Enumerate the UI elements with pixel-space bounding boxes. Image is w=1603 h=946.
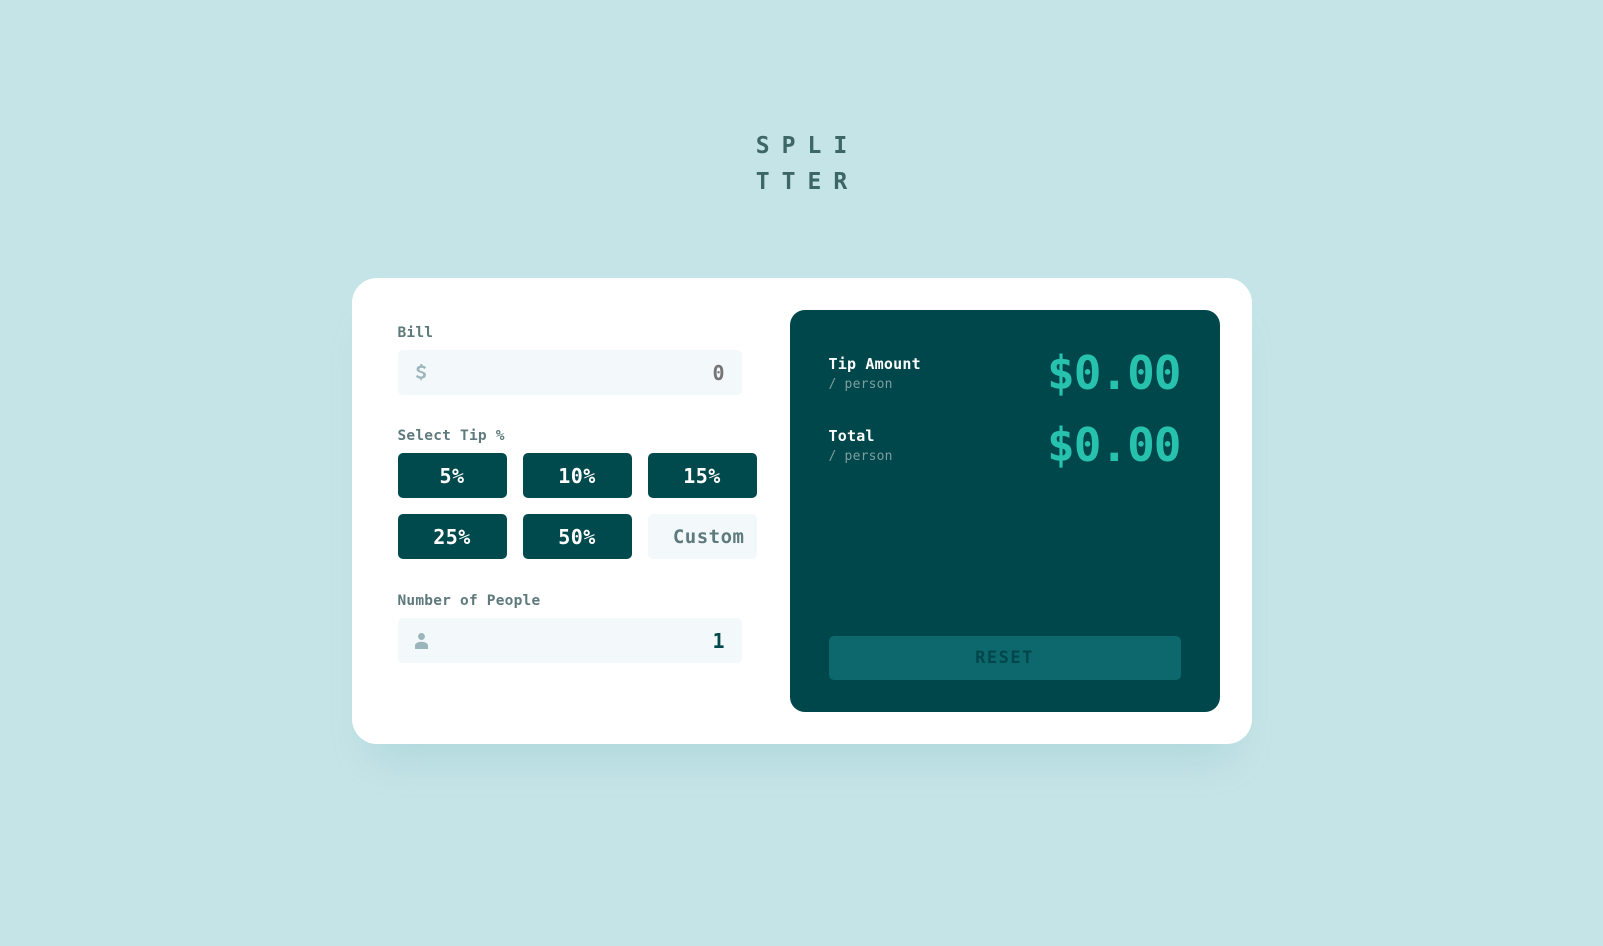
- form-column: Bill Select Tip % 5% 10% 15% 25% 50% Cus…: [384, 310, 757, 712]
- tip-option-15[interactable]: 15%: [647, 453, 757, 498]
- tip-amount-title: Tip Amount: [828, 354, 921, 373]
- tip-option-10[interactable]: 10%: [522, 453, 632, 498]
- people-input-wrapper[interactable]: [397, 618, 742, 663]
- tip-option-50[interactable]: 50%: [522, 514, 632, 559]
- total-subtitle: / person: [828, 448, 893, 464]
- bill-field-group: Bill: [397, 325, 742, 395]
- app-logo: SPLI TTER: [744, 128, 859, 200]
- dollar-icon: [415, 364, 429, 382]
- tip-field-group: Select Tip % 5% 10% 15% 25% 50% Custom: [397, 428, 757, 559]
- reset-button[interactable]: RESET: [828, 636, 1181, 680]
- total-value: $0.00: [1047, 418, 1181, 472]
- calculator-card: Bill Select Tip % 5% 10% 15% 25% 50% Cus…: [351, 278, 1252, 744]
- results-panel: Tip Amount / person $0.00 Total / person…: [789, 310, 1220, 712]
- tip-label: Select Tip %: [397, 428, 505, 444]
- tip-option-5[interactable]: 5%: [397, 453, 507, 498]
- bill-label: Bill: [397, 325, 434, 341]
- tip-options-grid: 5% 10% 15% 25% 50% Custom: [397, 453, 757, 559]
- total-row: Total / person $0.00: [829, 418, 1182, 472]
- tip-amount-value: $0.00: [1047, 346, 1181, 400]
- bill-input-wrapper[interactable]: [397, 350, 742, 395]
- people-label: Number of People: [397, 593, 541, 609]
- tip-amount-labels: Tip Amount / person: [829, 355, 921, 392]
- people-field-group: Number of People: [397, 593, 742, 663]
- tip-option-25[interactable]: 25%: [397, 514, 507, 559]
- logo-line-1: SPLI: [755, 133, 860, 159]
- total-title: Total: [828, 426, 875, 445]
- tip-option-custom[interactable]: Custom: [647, 514, 757, 559]
- person-icon: [415, 632, 429, 650]
- people-input[interactable]: [428, 628, 725, 653]
- tip-amount-row: Tip Amount / person $0.00: [829, 346, 1182, 400]
- tip-amount-subtitle: / person: [828, 376, 893, 392]
- total-labels: Total / person: [829, 427, 893, 464]
- logo-line-2: TTER: [755, 169, 860, 195]
- bill-input[interactable]: [428, 360, 725, 385]
